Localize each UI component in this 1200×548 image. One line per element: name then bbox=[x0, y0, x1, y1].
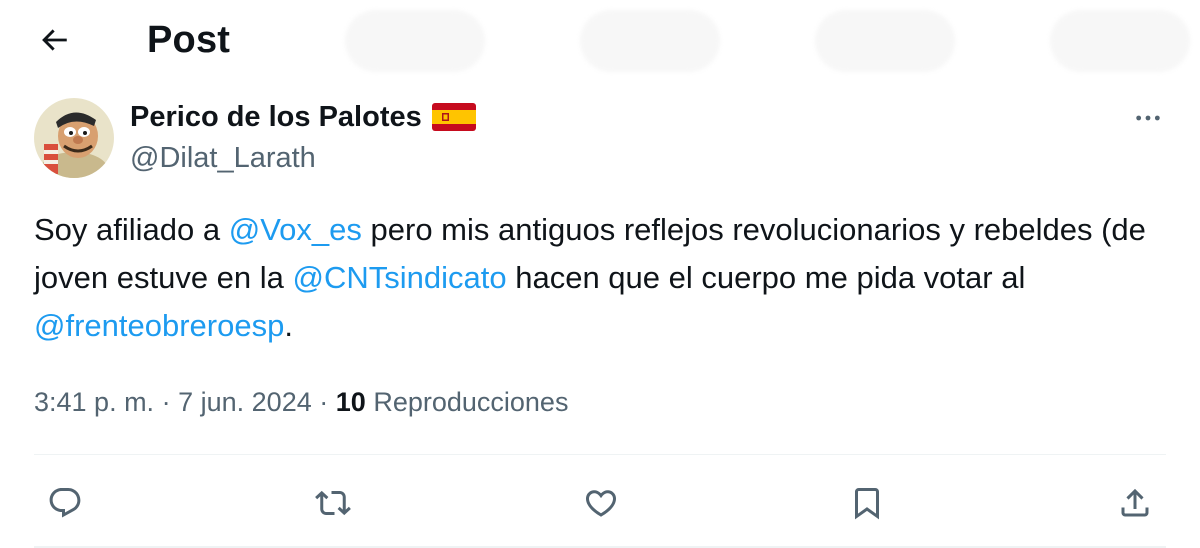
arrow-left-icon bbox=[42, 29, 67, 51]
mention-link[interactable]: @CNTsindicato bbox=[293, 260, 507, 295]
mention-link[interactable]: @frenteobreroesp bbox=[34, 308, 284, 343]
tweet-text-part: . bbox=[284, 308, 293, 343]
back-button[interactable] bbox=[30, 18, 78, 62]
tweet-meta: 3:41 p. m. · 7 jun. 2024 · 10 Reproducci… bbox=[34, 383, 568, 421]
tweet-text: Soy afiliado a @Vox_es pero mis antiguos… bbox=[34, 206, 1174, 350]
blurred-tab bbox=[815, 10, 955, 72]
tweet-date[interactable]: 7 jun. 2024 bbox=[178, 387, 312, 417]
more-horizontal-icon bbox=[1136, 115, 1160, 121]
tweet-text-part: Soy afiliado a bbox=[34, 212, 229, 247]
tweet-time[interactable]: 3:41 p. m. bbox=[34, 387, 154, 417]
meta-separator: · bbox=[161, 387, 171, 417]
meta-separator: · bbox=[319, 387, 329, 417]
page-title: Post bbox=[147, 19, 231, 61]
author-name[interactable]: Perico de los Palotes bbox=[130, 98, 476, 136]
top-bar: Post bbox=[0, 0, 1200, 82]
bookmark-button[interactable] bbox=[844, 480, 890, 526]
bookmark-icon bbox=[855, 488, 879, 520]
more-options-button[interactable] bbox=[1128, 100, 1168, 136]
like-icon bbox=[585, 490, 617, 517]
avatar[interactable] bbox=[34, 98, 114, 178]
tweet-text-part: hacen que el cuerpo me pida votar al bbox=[506, 260, 1026, 295]
spain-flag-icon bbox=[431, 103, 476, 131]
retweet-button[interactable] bbox=[310, 480, 356, 526]
display-name: Perico de los Palotes bbox=[130, 101, 422, 133]
blurred-tab bbox=[345, 10, 485, 72]
divider bbox=[34, 454, 1166, 455]
views-count: 10 bbox=[335, 387, 366, 417]
share-icon bbox=[1121, 488, 1149, 517]
retweet-icon bbox=[315, 490, 351, 516]
reply-icon bbox=[49, 488, 81, 518]
mention-link[interactable]: @Vox_es bbox=[229, 212, 362, 247]
reply-button[interactable] bbox=[42, 480, 88, 526]
views-label: Reproducciones bbox=[373, 387, 569, 417]
blurred-tab bbox=[1050, 10, 1190, 72]
cartoon-avatar-icon bbox=[34, 98, 114, 178]
share-button[interactable] bbox=[1112, 480, 1158, 526]
like-button[interactable] bbox=[578, 480, 624, 526]
author-handle[interactable]: @Dilat_Larath bbox=[130, 140, 316, 176]
blurred-tab bbox=[580, 10, 720, 72]
